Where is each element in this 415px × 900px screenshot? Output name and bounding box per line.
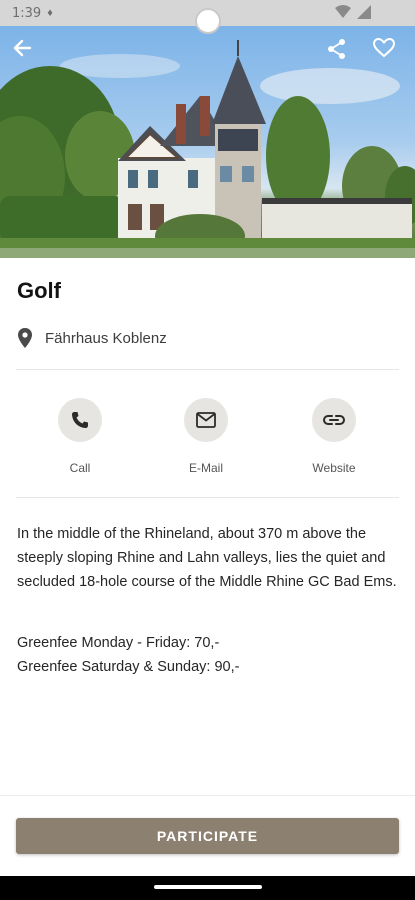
event-description: In the middle of the Rhineland, about 37… xyxy=(17,526,397,590)
share-icon xyxy=(328,39,345,59)
hero-image xyxy=(0,26,415,258)
back-button[interactable] xyxy=(12,38,44,70)
mail-icon xyxy=(196,412,216,428)
bottom-divider xyxy=(0,795,415,796)
call-button[interactable]: Call xyxy=(30,398,130,475)
page-title: Golf xyxy=(17,278,61,303)
home-indicator[interactable] xyxy=(154,885,262,889)
email-icon-circle xyxy=(184,398,228,442)
wifi-icon xyxy=(335,5,351,18)
heart-outline-icon xyxy=(373,38,395,58)
notification-icon: ♦ xyxy=(47,7,53,19)
arrow-back-icon xyxy=(13,39,32,57)
location-row: Fährhaus Koblenz xyxy=(17,328,167,348)
participate-button[interactable]: PARTICIPATE xyxy=(16,818,399,854)
call-label: Call xyxy=(69,461,91,475)
location-name: Fährhaus Koblenz xyxy=(45,329,167,347)
contact-actions: Call E-Mail Website xyxy=(0,398,415,478)
greenfee-info: Greenfee Monday - Friday: 70,- Greenfee … xyxy=(17,631,239,679)
call-icon-circle xyxy=(58,398,102,442)
status-icons xyxy=(335,5,371,19)
email-button[interactable]: E-Mail xyxy=(156,398,256,475)
phone-icon xyxy=(72,412,88,428)
share-button[interactable] xyxy=(327,38,359,70)
system-navigation-bar xyxy=(0,876,415,900)
greenfee-weekend: Greenfee Saturday & Sunday: 90,- xyxy=(17,659,240,675)
location-pin-icon xyxy=(18,328,32,348)
divider xyxy=(16,369,399,370)
website-icon-circle xyxy=(312,398,356,442)
website-label: Website xyxy=(312,461,356,475)
signal-icon xyxy=(357,5,371,19)
website-button[interactable]: Website xyxy=(284,398,384,475)
divider xyxy=(16,497,399,498)
status-time: 1:39 xyxy=(12,5,42,21)
favorite-button[interactable] xyxy=(373,38,405,70)
email-label: E-Mail xyxy=(188,461,223,475)
greenfee-weekday: Greenfee Monday - Friday: 70,- xyxy=(17,635,220,651)
camera-cutout xyxy=(195,8,221,34)
link-icon xyxy=(323,415,345,425)
